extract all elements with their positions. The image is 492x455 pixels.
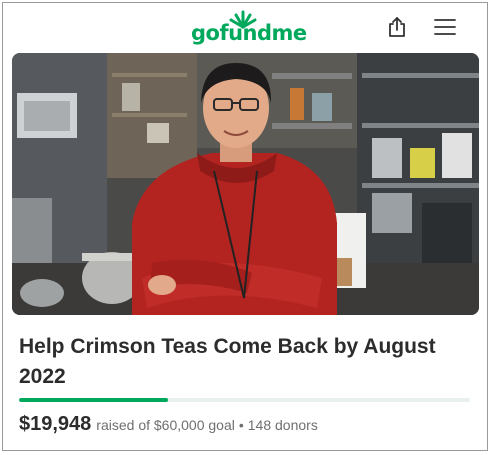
gofundme-logo[interactable]: gofundme <box>191 9 307 49</box>
campaign-photo[interactable] <box>12 53 479 315</box>
donation-progress-fill <box>19 398 168 402</box>
campaign-photo-illustration <box>12 53 479 315</box>
hamburger-menu-icon <box>434 19 456 35</box>
goal-text: raised of $60,000 goal <box>96 417 235 433</box>
campaign-title[interactable]: Help Crimson Teas Come Back by August 20… <box>19 332 469 392</box>
donation-progress-bar <box>19 398 470 402</box>
share-icon <box>389 17 405 37</box>
separator-dot: • <box>238 417 244 433</box>
fundraising-stats: $19,948 raised of $60,000 goal • 148 don… <box>19 413 318 436</box>
donor-count: 148 donors <box>247 417 318 433</box>
top-bar: gofundme <box>3 3 487 53</box>
share-button[interactable] <box>383 13 411 41</box>
fundraiser-card[interactable]: gofundme Help Crimson Teas Come Back by … <box>2 2 488 451</box>
amount-raised: $19,948 <box>19 413 92 435</box>
logo-text: gofundme <box>191 21 307 45</box>
menu-button[interactable] <box>431 13 459 41</box>
